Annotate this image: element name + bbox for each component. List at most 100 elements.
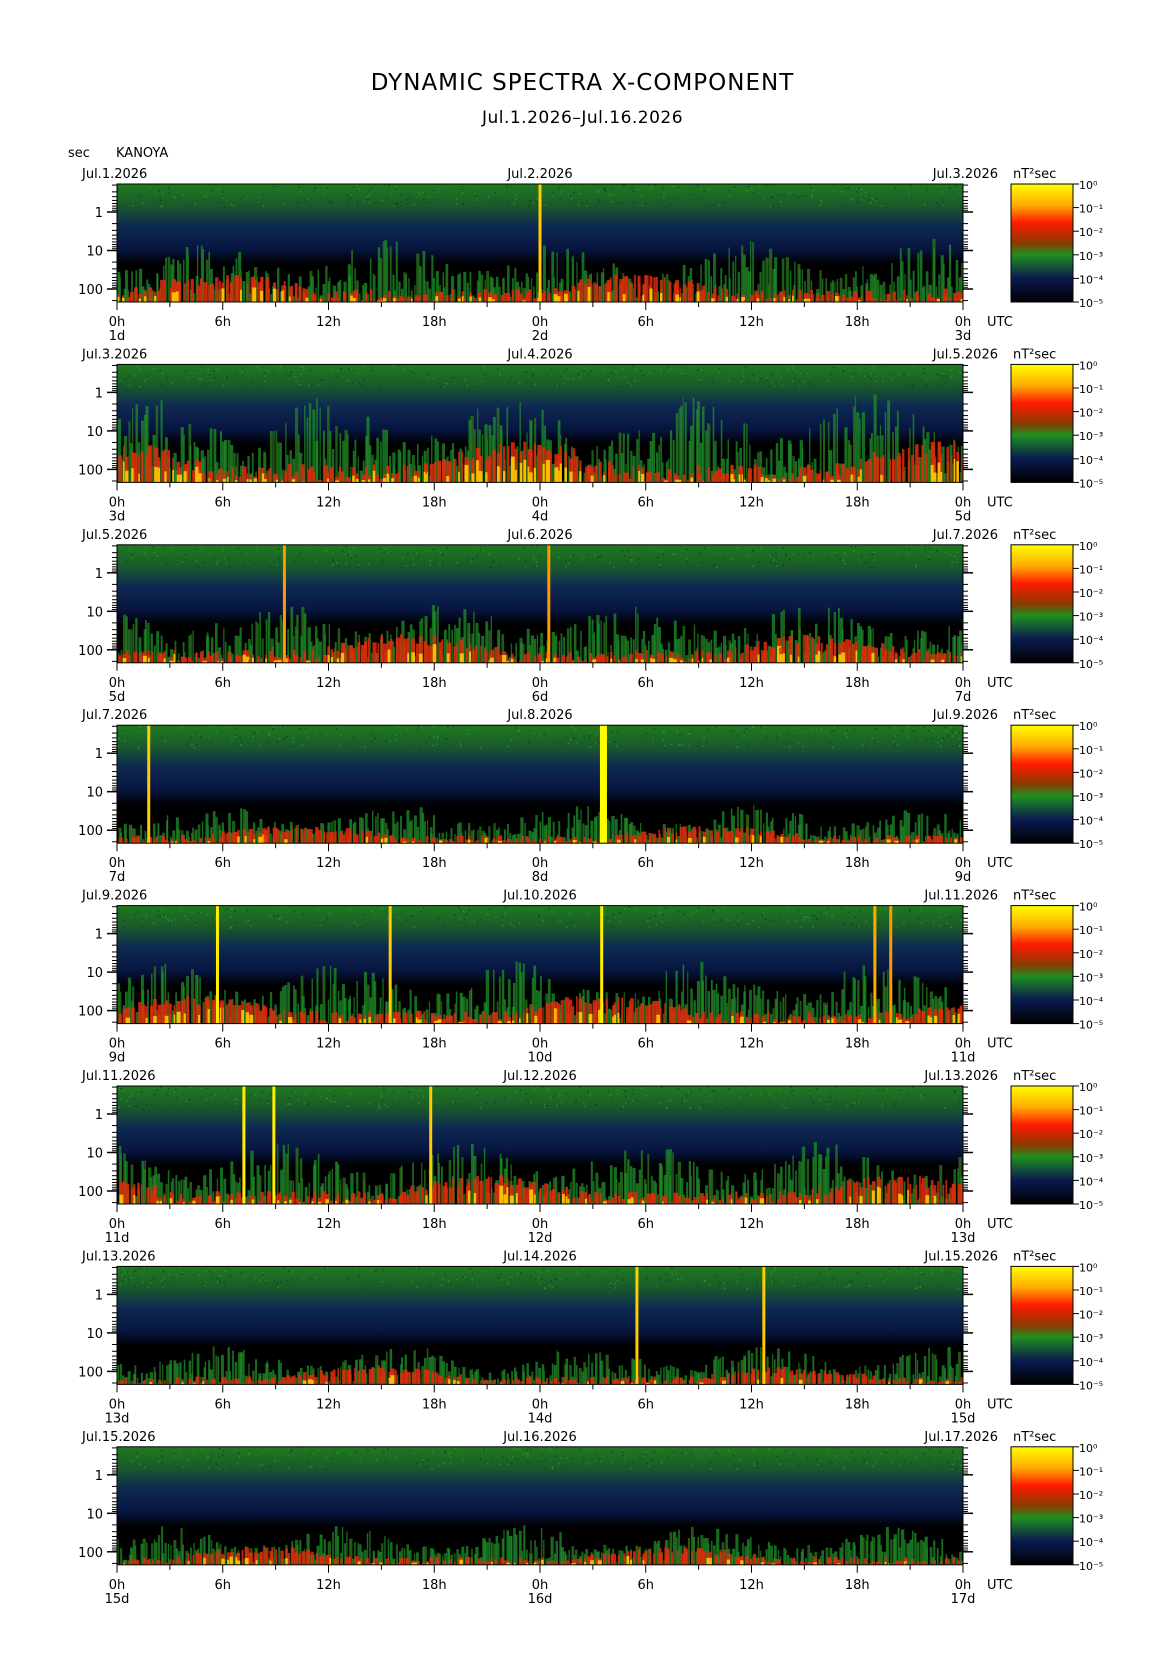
colorbar-tick-2-5: 10⁻⁴ [1079, 454, 1104, 467]
spectra-panel-5: 1 10 100 0h 6h 12h 18h 0h 6h 12h 18h 0h UTC 9d 10d 11d J… [78, 889, 1104, 1066]
colorbar-8 [1010, 1446, 1074, 1566]
spike-6-1 [242, 1086, 246, 1204]
spike-3-2 [547, 544, 551, 663]
time-tick-3-4: 18h [422, 676, 447, 691]
day-label-6-3: 13d [951, 1231, 976, 1246]
time-tick-5-5: 0h [532, 1037, 549, 1052]
time-tick-8-4: 18h [422, 1578, 447, 1593]
colorbar-unit-7: nT²sec [1013, 1249, 1056, 1264]
day-label-1-3: 3d [955, 329, 972, 344]
colorbar-tick-2-3: 10⁻² [1079, 407, 1103, 420]
time-tick-8-2: 6h [214, 1578, 231, 1593]
colorbar-tick-3-5: 10⁻⁴ [1079, 634, 1104, 647]
spike-5-3 [600, 905, 604, 1024]
colorbar-tick-5-4: 10⁻³ [1079, 971, 1103, 984]
time-tick-7-6: 6h [637, 1397, 654, 1412]
time-tick-1-8: 18h [845, 315, 870, 330]
colorbar-tick-2-2: 10⁻¹ [1079, 383, 1103, 396]
spectra-panel-7: 1 10 100 0h 6h 12h 18h 0h 6h 12h 18h 0h UTC 13d 14d 15d… [78, 1249, 1104, 1426]
colorbar-tick-7-5: 10⁻⁴ [1079, 1356, 1104, 1369]
day-label-1-1: 1d [109, 329, 126, 344]
utc-label-1: UTC [987, 315, 1013, 330]
colorbar-tick-7-6: 10⁻⁵ [1079, 1379, 1103, 1392]
colorbar-tick-6-6: 10⁻⁵ [1079, 1199, 1103, 1212]
spike-6-2 [272, 1086, 276, 1204]
colorbar-tick-1-1: 10⁰ [1079, 179, 1098, 192]
spike-4-1 [147, 725, 151, 844]
colorbar-5 [1010, 905, 1074, 1025]
spectra-panel-6: 1 10 100 0h 6h 12h 18h 0h 6h 12h 18h 0h UTC 11d 12d 13d… [78, 1069, 1104, 1246]
day-label-4-3: 9d [955, 870, 972, 885]
time-tick-4-8: 18h [845, 856, 870, 871]
colorbar-3 [1010, 544, 1074, 664]
colorbar-2 [1010, 363, 1074, 483]
colorbar-tick-1-4: 10⁻³ [1079, 250, 1103, 263]
time-tick-7-7: 12h [739, 1397, 764, 1412]
spike-5-1 [215, 905, 219, 1024]
time-tick-5-4: 18h [422, 1037, 447, 1052]
colorbar-tick-4-1: 10⁰ [1079, 720, 1098, 733]
day-label-4-1: 7d [109, 870, 126, 885]
time-tick-6-6: 6h [637, 1217, 654, 1232]
time-tick-1-5: 0h [532, 315, 549, 330]
day-label-5-3: 11d [951, 1051, 976, 1066]
time-tick-1-1: 0h [109, 315, 126, 330]
colorbar-tick-3-6: 10⁻⁵ [1079, 658, 1103, 671]
spectra-panel-3: 1 10 100 0h 6h 12h 18h 0h 6h 12h 18h 0h UTC 5d 6d 7d Jul… [78, 528, 1104, 705]
day-label-6-2: 12d [528, 1231, 553, 1246]
spectra-panel-2: 1 10 100 0h 6h 12h 18h 0h 6h 12h 18h 0h UTC 3d 4d 5d Jul… [78, 347, 1104, 524]
date-mid-3: Jul.6.2026 [506, 528, 572, 543]
time-tick-7-2: 6h [214, 1397, 231, 1412]
time-tick-1-9: 0h [955, 315, 972, 330]
colorbar-tick-4-4: 10⁻³ [1079, 791, 1103, 804]
utc-label-7: UTC [987, 1397, 1013, 1412]
time-tick-4-5: 0h [532, 856, 549, 871]
utc-label-6: UTC [987, 1217, 1013, 1232]
time-tick-5-9: 0h [955, 1037, 972, 1052]
time-tick-8-1: 0h [109, 1578, 126, 1593]
colorbar-unit-4: nT²sec [1013, 708, 1056, 723]
time-tick-6-4: 18h [422, 1217, 447, 1232]
time-tick-3-8: 18h [845, 676, 870, 691]
time-tick-3-1: 0h [109, 676, 126, 691]
colorbar-tick-3-2: 10⁻¹ [1079, 563, 1103, 576]
spike-7-2 [762, 1266, 766, 1385]
time-tick-5-7: 12h [739, 1037, 764, 1052]
date-right-4: Jul.9.2026 [932, 708, 998, 723]
day-label-3-1: 5d [109, 690, 126, 705]
time-tick-6-3: 12h [316, 1217, 341, 1232]
time-tick-2-8: 18h [845, 495, 870, 510]
period-tick-5-2: 10 [86, 966, 103, 981]
colorbar-tick-7-1: 10⁰ [1079, 1261, 1098, 1274]
colorbar-tick-1-6: 10⁻⁵ [1079, 297, 1103, 310]
colorbar-tick-4-5: 10⁻⁴ [1079, 815, 1104, 828]
spike-6-3 [429, 1086, 433, 1204]
day-label-8-2: 16d [528, 1592, 553, 1607]
date-left-8: Jul.15.2026 [81, 1430, 156, 1445]
utc-label-2: UTC [987, 495, 1013, 510]
colorbar-tick-4-6: 10⁻⁵ [1079, 838, 1103, 851]
spike-3-1 [282, 544, 286, 663]
utc-label-5: UTC [987, 1037, 1013, 1052]
colorbar-unit-1: nT²sec [1013, 167, 1056, 182]
date-right-6: Jul.13.2026 [923, 1069, 998, 1084]
colorbar-tick-1-2: 10⁻¹ [1079, 203, 1103, 216]
colorbar-tick-2-6: 10⁻⁵ [1079, 477, 1103, 490]
colorbar-4 [1010, 724, 1074, 844]
time-tick-2-1: 0h [109, 495, 126, 510]
time-tick-8-6: 6h [637, 1578, 654, 1593]
period-tick-8-2: 10 [86, 1507, 103, 1522]
date-right-3: Jul.7.2026 [932, 528, 998, 543]
period-tick-1-2: 10 [86, 245, 103, 260]
time-tick-4-7: 12h [739, 856, 764, 871]
time-tick-2-7: 12h [739, 495, 764, 510]
time-tick-4-4: 18h [422, 856, 447, 871]
time-tick-8-9: 0h [955, 1578, 972, 1593]
time-tick-6-7: 12h [739, 1217, 764, 1232]
day-label-6-1: 11d [105, 1231, 130, 1246]
time-tick-6-2: 6h [214, 1217, 231, 1232]
colorbar-tick-4-2: 10⁻¹ [1079, 744, 1103, 757]
colorbar-tick-3-3: 10⁻² [1079, 587, 1103, 600]
time-tick-7-3: 12h [316, 1397, 341, 1412]
period-tick-8-1: 1 [95, 1469, 103, 1484]
